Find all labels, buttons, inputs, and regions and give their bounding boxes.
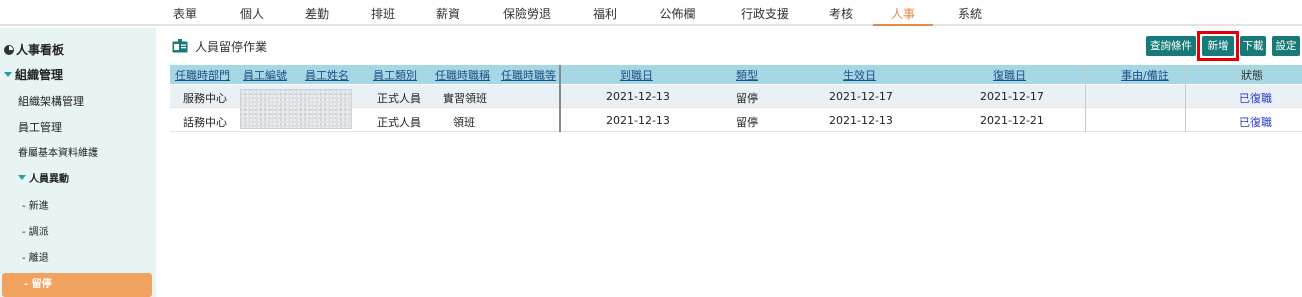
- nav-personal[interactable]: 個人: [237, 5, 267, 24]
- cell-type: 留停: [736, 116, 758, 129]
- cell-title: 實習領班: [443, 92, 487, 105]
- cell-emp-type: 正式人員: [377, 116, 421, 129]
- nav-forms[interactable]: 表單: [170, 5, 200, 24]
- redacted-employee-info: [240, 89, 352, 129]
- cell-return-date: 2021-12-21: [980, 114, 1044, 127]
- col-return-date[interactable]: 復職日: [993, 67, 1026, 83]
- cell-arrive-date: 2021-12-13: [606, 90, 670, 103]
- sidebar: 人事看板 組織管理 組織架構管理 員工管理 眷屬基本資料維護 人員異動 - 新進…: [0, 28, 156, 297]
- frozen-column-divider: [559, 65, 561, 132]
- nav-admin-support[interactable]: 行政支援: [735, 5, 795, 24]
- col-arrive-date[interactable]: 到職日: [620, 67, 653, 83]
- sidebar-item-label: 組織管理: [15, 68, 64, 82]
- nav-bulletin[interactable]: 公佈欄: [655, 5, 700, 24]
- table-header: 任職時部門 員工編號 員工姓名 員工類別 任職時職稱 任職時職等 到職日 類型 …: [170, 65, 1302, 84]
- nav-evaluation[interactable]: 考核: [826, 5, 856, 24]
- download-button[interactable]: 下載: [1240, 36, 1266, 56]
- nav-hr[interactable]: 人事: [873, 5, 933, 26]
- sidebar-item-label: 人事看板: [16, 43, 65, 57]
- col-dept[interactable]: 任職時部門: [175, 67, 230, 83]
- sidebar-item-dashboard[interactable]: 人事看板: [0, 38, 156, 62]
- query-conditions-button[interactable]: 查詢條件: [1146, 36, 1196, 56]
- nav-system[interactable]: 系統: [955, 5, 985, 24]
- sidebar-item-suspend[interactable]: - 留停: [2, 273, 152, 297]
- col-grade[interactable]: 任職時職等: [501, 67, 556, 83]
- sidebar-item-org-chart[interactable]: 組織架構管理: [0, 90, 156, 114]
- settings-button[interactable]: 設定: [1272, 36, 1300, 56]
- col-emp-type[interactable]: 員工類別: [373, 67, 417, 83]
- sidebar-item-resign[interactable]: - 離退: [0, 247, 156, 271]
- cell-arrive-date: 2021-12-13: [606, 114, 670, 127]
- col-reason[interactable]: 事由/備註: [1121, 67, 1169, 83]
- add-button-highlight: [1197, 31, 1239, 61]
- caret-down-icon: [18, 175, 26, 180]
- sidebar-item-org-mgmt[interactable]: 組織管理: [0, 63, 156, 87]
- sidebar-item-personnel-changes[interactable]: 人員異動: [0, 168, 156, 192]
- col-emp-no[interactable]: 員工編號: [243, 67, 287, 83]
- nav-scheduling[interactable]: 排班: [368, 5, 398, 24]
- col-title[interactable]: 任職時職稱: [435, 67, 490, 83]
- cell-effective-date: 2021-12-17: [829, 90, 893, 103]
- col-emp-name[interactable]: 員工姓名: [305, 67, 349, 83]
- col-type[interactable]: 類型: [736, 67, 758, 83]
- id-card-icon: [172, 39, 188, 53]
- sidebar-item-basic-data[interactable]: 眷屬基本資料維護: [0, 142, 156, 166]
- top-navigation: 表單 個人 差勤 排班 薪資 保險勞退 福利 公佈欄 行政支援 考核 人事 系統: [0, 0, 1302, 26]
- col-status: 狀態: [1241, 69, 1263, 82]
- suspension-table: 任職時部門 員工編號 員工姓名 員工類別 任職時職稱 任職時職等 到職日 類型 …: [170, 65, 1302, 135]
- status-link[interactable]: 已復職: [1239, 114, 1272, 130]
- page-title: 人員留停作業: [195, 40, 268, 54]
- cell-dept: 話務中心: [183, 116, 227, 129]
- nav-insurance[interactable]: 保險勞退: [497, 5, 557, 24]
- cell-type: 留停: [736, 92, 758, 105]
- cell-emp-type: 正式人員: [377, 92, 421, 105]
- nav-attendance[interactable]: 差勤: [302, 5, 332, 24]
- sidebar-item-transfer[interactable]: - 調派: [0, 221, 156, 245]
- pie-chart-icon: [4, 45, 14, 55]
- status-link[interactable]: 已復職: [1239, 90, 1272, 106]
- column-divider: [1085, 65, 1086, 132]
- sidebar-item-new-hire[interactable]: - 新進: [0, 195, 156, 219]
- column-divider: [1185, 65, 1186, 132]
- nav-benefits[interactable]: 福利: [590, 5, 620, 24]
- sidebar-item-label: 人員異動: [29, 174, 69, 185]
- cell-title: 領班: [453, 116, 475, 129]
- cell-return-date: 2021-12-17: [980, 90, 1044, 103]
- nav-payroll[interactable]: 薪資: [433, 5, 463, 24]
- cell-effective-date: 2021-12-13: [829, 114, 893, 127]
- sidebar-item-employee-mgmt[interactable]: 員工管理: [0, 116, 156, 140]
- cell-dept: 服務中心: [183, 92, 227, 105]
- caret-down-icon: [4, 72, 12, 77]
- col-effective-date[interactable]: 生效日: [843, 67, 876, 83]
